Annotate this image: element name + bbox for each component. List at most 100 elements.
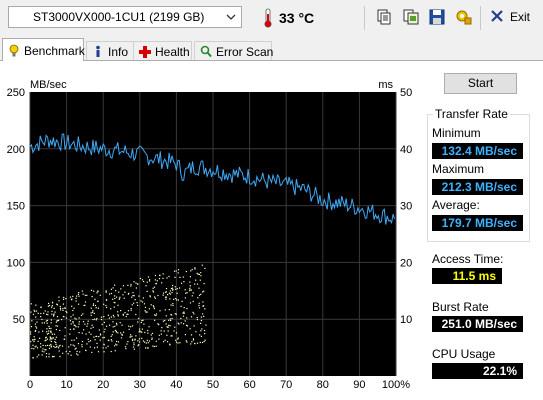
access-time-point (55, 341, 57, 344)
access-time-point (50, 340, 52, 343)
access-time-point (69, 351, 71, 353)
access-time-point (169, 318, 171, 320)
access-time-point (203, 290, 205, 292)
x-tick-label: 90 (353, 379, 365, 391)
access-time-point (38, 354, 40, 356)
access-time-point (167, 294, 169, 296)
access-time-point (140, 300, 142, 302)
access-time-point (154, 296, 156, 298)
access-time-point (153, 307, 155, 310)
access-time-point (70, 323, 72, 325)
access-time-point (168, 324, 170, 326)
access-time-point (55, 325, 57, 327)
access-time-point (141, 279, 144, 281)
access-time-point (33, 336, 35, 338)
access-time-point (64, 327, 66, 329)
access-time-point (45, 353, 48, 355)
access-time-point (93, 312, 95, 314)
access-time-point (150, 334, 152, 336)
access-time-point (173, 270, 176, 272)
access-time-point (115, 343, 117, 345)
access-time-point (130, 334, 132, 336)
access-time-point (56, 303, 58, 305)
access-time-point (198, 294, 201, 296)
access-time-point (116, 296, 118, 298)
access-time-point (97, 291, 99, 293)
access-time-point (106, 306, 108, 309)
access-time-point (141, 301, 144, 303)
access-time-point (151, 337, 153, 339)
access-time-point (50, 332, 52, 334)
access-time-point (83, 329, 85, 331)
access-time-point (42, 344, 44, 346)
access-time-point (161, 282, 163, 284)
access-time-point (106, 299, 108, 301)
access-time-point (96, 292, 98, 294)
copy-screenshot-icon[interactable] (402, 8, 420, 26)
access-time-point (150, 304, 152, 306)
access-time-point (137, 340, 139, 342)
access-time-point (184, 334, 186, 336)
drive-select[interactable]: ST3000VX000-1CU1 (2199 GB) (8, 6, 242, 28)
access-time-point (146, 339, 148, 341)
access-time-point (197, 297, 199, 299)
access-time-point (65, 317, 67, 319)
access-time-point (89, 340, 92, 342)
copy-info-icon[interactable] (375, 8, 393, 26)
access-time-point (99, 334, 102, 336)
access-time-point (121, 334, 123, 336)
access-time-point (177, 342, 179, 344)
access-time-point (159, 310, 161, 312)
access-time-point (72, 309, 74, 312)
access-time-point (92, 326, 94, 328)
exit-button[interactable]: Exit (510, 10, 530, 24)
access-time-point (175, 298, 177, 300)
access-time-point (94, 298, 96, 300)
access-time-point (103, 351, 105, 353)
tab-health[interactable]: Health (133, 41, 192, 60)
access-time-point (141, 328, 143, 330)
close-icon[interactable] (489, 8, 505, 24)
access-time-point (72, 314, 74, 316)
access-time-point (58, 300, 60, 302)
access-time-point (130, 283, 132, 286)
start-button[interactable]: Start (444, 73, 517, 94)
access-time-point (50, 322, 52, 324)
access-time-point (60, 309, 62, 311)
access-time-point (131, 335, 133, 337)
access-time-point (165, 288, 168, 290)
access-time-point (142, 297, 144, 299)
access-time-point (135, 313, 137, 316)
access-time-point (148, 280, 151, 282)
access-time-point (172, 304, 174, 307)
tab-benchmark[interactable]: Benchmark (2, 38, 85, 61)
access-time-point (133, 295, 135, 297)
access-time-point (110, 292, 113, 295)
access-time-point (98, 329, 100, 331)
options-icon[interactable] (455, 8, 473, 26)
access-time-point (116, 324, 118, 326)
access-time-point (152, 305, 154, 307)
x-tick-label: 30 (134, 379, 146, 391)
access-time-point (145, 311, 147, 313)
save-icon[interactable] (428, 8, 446, 26)
access-time-point (93, 336, 95, 338)
access-time-point (70, 299, 73, 301)
tab-info[interactable]: Info (86, 41, 134, 60)
access-time-point (148, 326, 150, 328)
access-time-point (169, 293, 171, 295)
access-time-point (122, 285, 124, 287)
access-time-point (47, 344, 49, 346)
access-time-point (62, 309, 64, 311)
burst-rate-label: Burst Rate (432, 300, 489, 314)
access-time-point (103, 331, 105, 333)
tab-error-scan[interactable]: Error Scan (194, 41, 273, 60)
access-time-point (54, 338, 56, 340)
access-time-point (103, 316, 105, 318)
access-time-point (196, 283, 199, 285)
access-time-point (135, 335, 137, 337)
access-time-point (99, 294, 101, 296)
access-time-point (171, 292, 173, 294)
access-time-point (46, 313, 48, 315)
access-time-point (193, 313, 195, 315)
